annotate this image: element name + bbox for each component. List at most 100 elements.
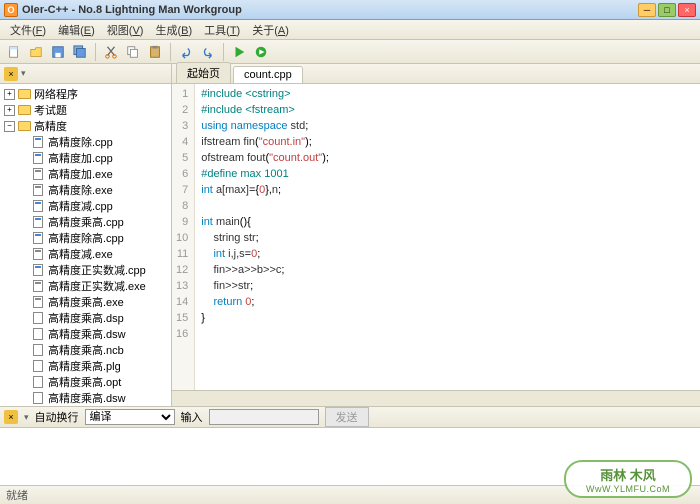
tree-label: 高精度正实数减.cpp <box>48 262 146 278</box>
tree-node[interactable]: 高精度除高.cpp <box>0 230 171 246</box>
horizontal-scrollbar[interactable] <box>172 390 700 406</box>
tree-label: 高精度乘高.cpp <box>48 214 124 230</box>
tree-label: 高精度 <box>34 118 67 134</box>
window-title: OIer-C++ - No.8 Lightning Man Workgroup <box>22 4 638 16</box>
menu-b[interactable]: 生成(B) <box>149 20 198 40</box>
tree-node[interactable]: +网络程序 <box>0 86 171 102</box>
tree-label: 高精度加.cpp <box>48 150 113 166</box>
editor-tab[interactable]: count.cpp <box>233 66 303 83</box>
tree-node[interactable]: 高精度乘高.opt <box>0 374 171 390</box>
folder-icon <box>18 89 31 99</box>
save-button[interactable] <box>48 42 68 62</box>
redo-button[interactable] <box>198 42 218 62</box>
editor-tab[interactable]: 起始页 <box>176 62 231 83</box>
tree-node[interactable]: 高精度乘高.dsp <box>0 310 171 326</box>
tree-label: 高精度乘高.dsp <box>48 310 124 326</box>
editor-area: 起始页count.cpp 12345678910111213141516 #in… <box>172 64 700 406</box>
tree-label: 高精度除高.cpp <box>48 230 124 246</box>
undo-button[interactable] <box>176 42 196 62</box>
tree-node[interactable]: 高精度除.cpp <box>0 134 171 150</box>
file-icon <box>33 376 43 388</box>
file-icon <box>33 152 43 164</box>
file-icon <box>33 136 43 148</box>
watermark-text-2: WwW.YLMFU.CoM <box>586 484 670 494</box>
tree-node[interactable]: 高精度乘高.plg <box>0 358 171 374</box>
tree-label: 高精度乘高.dsw <box>48 326 126 342</box>
watermark-text-1: 雨林 木风 <box>600 465 656 484</box>
chevron-down-icon[interactable]: ▾ <box>24 412 29 423</box>
editor-tabs: 起始页count.cpp <box>172 64 700 84</box>
tree-node[interactable]: 高精度正实数减.exe <box>0 278 171 294</box>
paste-button[interactable] <box>145 42 165 62</box>
menubar: 文件(F)编辑(E)视图(V)生成(B)工具(T)关于(A) <box>0 20 700 40</box>
file-icon <box>33 392 43 404</box>
tree-node[interactable]: − 高精度 <box>0 118 171 134</box>
tree-label: 高精度减.exe <box>48 246 113 262</box>
sidebar-tabs: × ▾ <box>0 64 171 84</box>
chevron-down-icon[interactable]: ▾ <box>21 68 26 79</box>
main-area: × ▾ +网络程序+考试题 − 高精度高精度除.cpp高精度加.cpp高精度加.ex… <box>0 64 700 406</box>
file-icon <box>33 232 43 244</box>
code-content[interactable]: #include <cstring>#include <fstream>usin… <box>195 84 700 390</box>
app-icon: O <box>4 3 18 17</box>
tree-node[interactable]: 高精度除.exe <box>0 182 171 198</box>
tree-label: 高精度乘高.dsw <box>48 390 126 406</box>
tree-node[interactable]: 高精度加.cpp <box>0 150 171 166</box>
sidebar-close-button[interactable]: × <box>4 67 18 81</box>
file-icon <box>33 360 43 372</box>
code-editor[interactable]: 12345678910111213141516 #include <cstrin… <box>172 84 700 390</box>
tree-node[interactable]: +考试题 <box>0 102 171 118</box>
tree-node[interactable]: 高精度减.exe <box>0 246 171 262</box>
tree-node[interactable]: 高精度乘高.cpp <box>0 214 171 230</box>
build-run-button[interactable] <box>251 42 271 62</box>
tree-toggle-icon[interactable]: + <box>4 105 15 116</box>
open-file-button[interactable] <box>26 42 46 62</box>
tree-toggle-icon[interactable]: + <box>4 89 15 100</box>
folder-icon <box>18 121 31 131</box>
tree-label: 高精度除.cpp <box>48 134 113 150</box>
menu-v[interactable]: 视图(V) <box>101 20 150 40</box>
menu-t[interactable]: 工具(T) <box>198 20 246 40</box>
maximize-button[interactable]: □ <box>658 3 676 17</box>
tree-node[interactable]: 高精度正实数减.cpp <box>0 262 171 278</box>
window-titlebar: O OIer-C++ - No.8 Lightning Man Workgrou… <box>0 0 700 20</box>
run-button[interactable] <box>229 42 249 62</box>
tree-toggle-icon[interactable]: − <box>4 121 15 132</box>
save-all-button[interactable] <box>70 42 90 62</box>
tree-label: 高精度加.exe <box>48 166 113 182</box>
tree-label: 高精度乘高.ncb <box>48 342 124 358</box>
tree-node[interactable]: 高精度乘高.dsw <box>0 390 171 406</box>
tree-label: 高精度减.cpp <box>48 198 113 214</box>
file-icon <box>33 200 43 212</box>
menu-f[interactable]: 文件(F) <box>4 20 52 40</box>
new-file-button[interactable] <box>4 42 24 62</box>
toolbar-main <box>0 40 700 64</box>
input-label: 输入 <box>181 409 203 425</box>
tree-node[interactable]: 高精度乘高.exe <box>0 294 171 310</box>
file-icon <box>33 168 43 180</box>
output-toolbar: × ▾ 自动换行 编译 输入 发送 <box>0 406 700 428</box>
output-input-field[interactable] <box>209 409 319 425</box>
close-button[interactable]: × <box>678 3 696 17</box>
cut-button[interactable] <box>101 42 121 62</box>
send-button[interactable]: 发送 <box>325 407 369 427</box>
file-icon <box>33 344 43 356</box>
tree-label: 高精度除.exe <box>48 182 113 198</box>
tree-node[interactable]: 高精度加.exe <box>0 166 171 182</box>
tree-node[interactable]: 高精度乘高.ncb <box>0 342 171 358</box>
autowrap-label[interactable]: 自动换行 <box>35 409 79 425</box>
menu-a[interactable]: 关于(A) <box>246 20 295 40</box>
output-close-button[interactable]: × <box>4 410 18 424</box>
file-icon <box>33 216 43 228</box>
watermark-logo: 雨林 木风 WwW.YLMFU.CoM <box>564 460 692 498</box>
file-tree[interactable]: +网络程序+考试题−高精度高精度除.cpp高精度加.cpp高精度加.exe高精度… <box>0 84 171 406</box>
copy-button[interactable] <box>123 42 143 62</box>
menu-e[interactable]: 编辑(E) <box>52 20 101 40</box>
minimize-button[interactable]: ─ <box>638 3 656 17</box>
file-icon <box>33 328 43 340</box>
tree-node[interactable]: 高精度乘高.dsw <box>0 326 171 342</box>
output-mode-select[interactable]: 编译 <box>85 409 175 425</box>
file-icon <box>33 264 43 276</box>
tree-node[interactable]: 高精度减.cpp <box>0 198 171 214</box>
file-icon <box>33 184 43 196</box>
